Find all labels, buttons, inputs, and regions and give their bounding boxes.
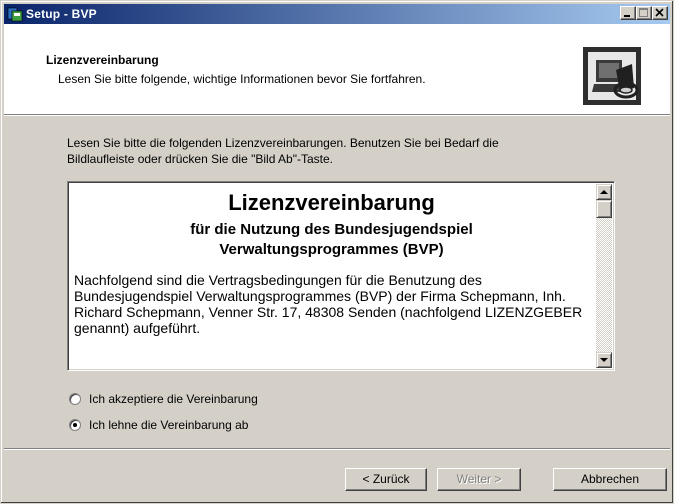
page-title: Lizenzvereinbarung — [46, 53, 159, 67]
back-button[interactable]: < Zurück — [345, 468, 427, 491]
intro-line-2: Bildlaufleiste oder drücken Sie die "Bil… — [67, 152, 333, 166]
close-icon — [655, 8, 664, 17]
arrow-down-icon — [600, 358, 608, 362]
arrow-up-icon — [600, 190, 608, 194]
intro-line-1: Lesen Sie bitte die folgenden Lizenzvere… — [67, 136, 499, 150]
scroll-up-button[interactable] — [596, 184, 612, 200]
intro-text: Lesen Sie bitte die folgenden Lizenzvere… — [67, 135, 607, 167]
minimize-icon — [624, 15, 630, 17]
license-scrollbar[interactable] — [596, 184, 612, 368]
page-subtitle: Lesen Sie bitte folgende, wichtige Infor… — [58, 72, 426, 86]
license-text-box[interactable]: Lizenzvereinbarung für die Nutzung des B… — [67, 181, 615, 371]
maximize-button[interactable] — [636, 6, 652, 20]
maximize-icon — [639, 8, 648, 17]
scroll-down-button[interactable] — [596, 352, 612, 368]
decline-label[interactable]: Ich lehne die Vereinbarung ab — [89, 418, 248, 432]
next-button[interactable]: Weiter > — [437, 468, 521, 491]
window-title: Setup - BVP — [26, 7, 97, 21]
scroll-thumb[interactable] — [596, 200, 612, 218]
accept-label[interactable]: Ich akzeptiere die Vereinbarung — [89, 392, 258, 406]
footer-separator — [4, 448, 670, 450]
computer-install-icon — [583, 47, 641, 105]
title-bar[interactable]: Setup - BVP — [4, 4, 670, 24]
radio-selected-dot — [73, 423, 77, 427]
cancel-button[interactable]: Abbrechen — [553, 468, 667, 491]
license-content: Lizenzvereinbarung für die Nutzung des B… — [74, 188, 589, 336]
setup-app-icon — [7, 7, 23, 22]
minimize-button[interactable] — [620, 6, 636, 20]
decline-radio[interactable] — [69, 419, 81, 431]
header-separator — [4, 115, 670, 116]
setup-window: Setup - BVP Lizenzvereinbarung Lesen Sie… — [0, 0, 674, 504]
accept-option[interactable]: Ich akzeptiere die Vereinbarung — [69, 391, 258, 407]
license-body: Nachfolgend sind die Vertragsbedingungen… — [74, 272, 583, 336]
license-subheading-1: für die Nutzung des Bundesjugendspiel — [190, 221, 473, 238]
license-subheading-2: Verwaltungsprogrammes (BVP) — [219, 241, 444, 258]
accept-radio[interactable] — [69, 393, 81, 405]
decline-option[interactable]: Ich lehne die Vereinbarung ab — [69, 417, 248, 433]
wizard-header: Lizenzvereinbarung Lesen Sie bitte folge… — [4, 24, 670, 115]
close-button[interactable] — [652, 6, 668, 20]
license-heading: Lizenzvereinbarung — [228, 190, 435, 215]
